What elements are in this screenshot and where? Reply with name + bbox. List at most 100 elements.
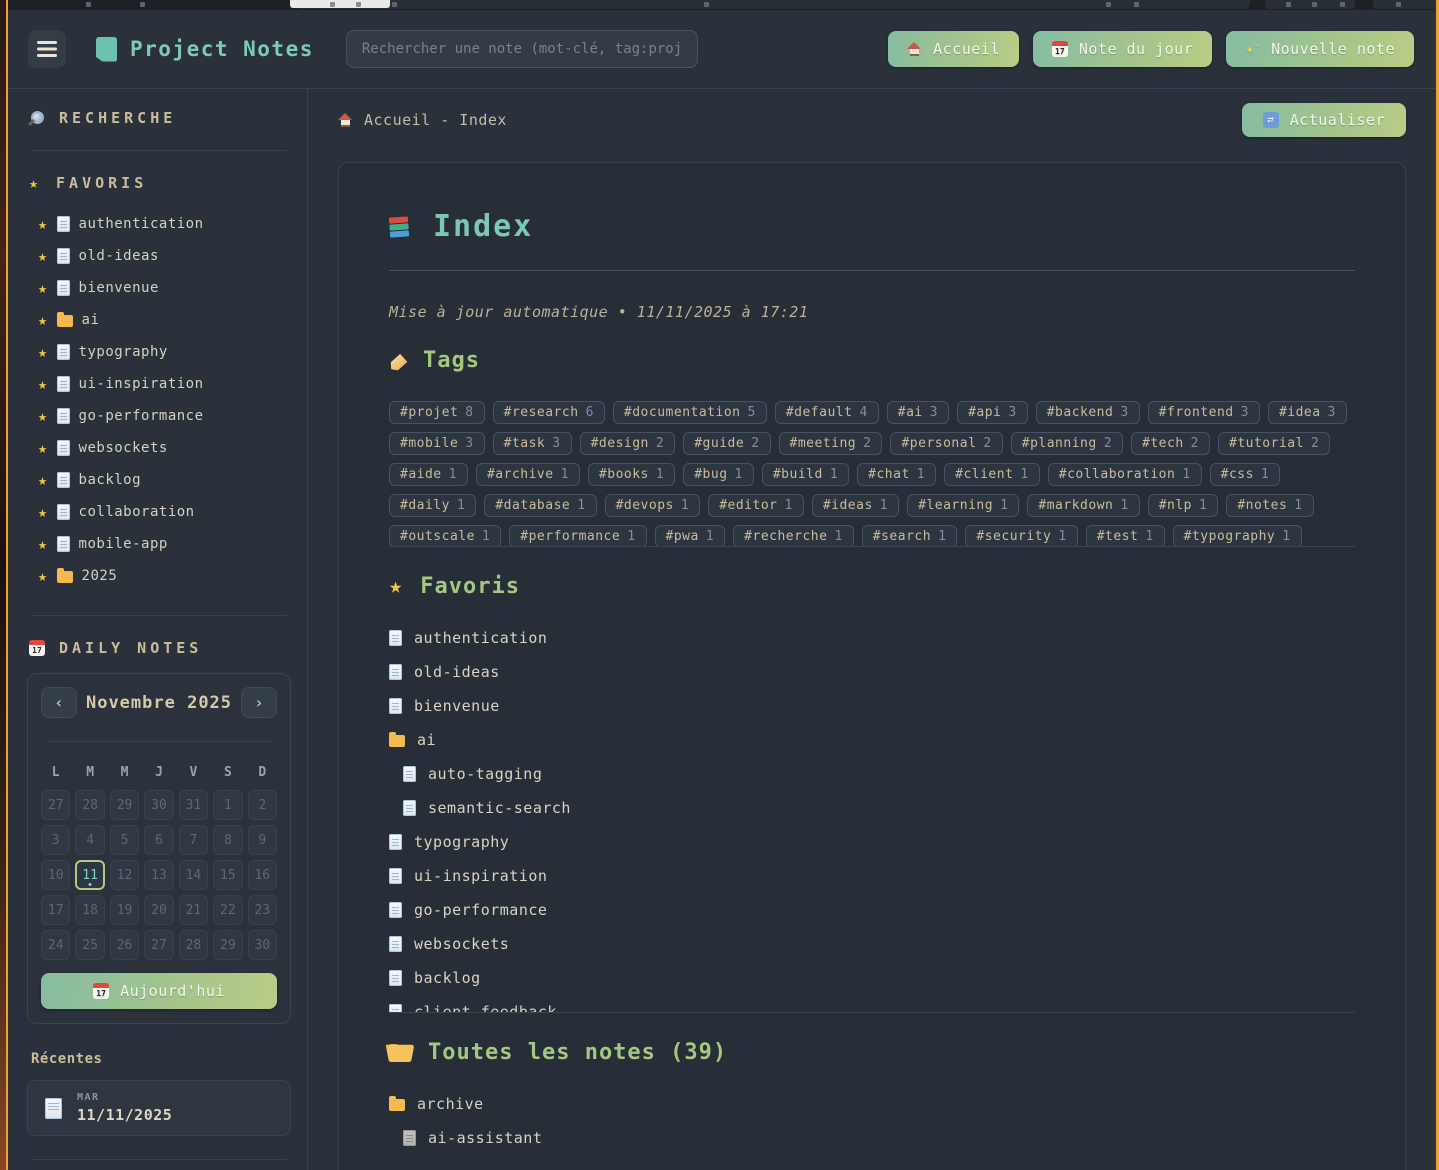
tag-chip[interactable]: #daily1 [389, 494, 476, 517]
sidebar-item-bienvenue[interactable]: bienvenue [25, 272, 293, 304]
calendar-day[interactable]: 21 [179, 895, 208, 925]
calendar-day[interactable]: 10 [41, 860, 70, 890]
calendar-day[interactable]: 4 [75, 825, 104, 855]
calendar-day[interactable]: 30 [144, 790, 173, 820]
calendar-day[interactable]: 6 [144, 825, 173, 855]
sidebar-item-old-ideas[interactable]: old-ideas [25, 240, 293, 272]
note-link-auto-tagging[interactable]: auto-tagging [389, 757, 1355, 791]
sidebar-item-ai[interactable]: ai [25, 304, 293, 336]
calendar-day[interactable]: 14 [179, 860, 208, 890]
tag-chip[interactable]: #archive1 [476, 463, 580, 486]
calendar-day[interactable]: 29 [110, 790, 139, 820]
tag-chip[interactable]: #documentation5 [613, 401, 767, 424]
tag-chip[interactable]: #guide2 [683, 432, 770, 455]
tag-chip[interactable]: #research6 [493, 401, 605, 424]
tag-chip[interactable]: #ai3 [887, 401, 949, 424]
calendar-day[interactable]: 28 [75, 790, 104, 820]
tag-chip[interactable]: #idea3 [1268, 401, 1347, 424]
tag-chip[interactable]: #chat1 [857, 463, 936, 486]
tag-chip[interactable]: #tech2 [1131, 432, 1210, 455]
daily-note-button[interactable]: Note du jour [1033, 31, 1212, 67]
calendar-day[interactable]: 7 [179, 825, 208, 855]
calendar-day[interactable]: 27 [144, 930, 173, 960]
menu-button[interactable] [28, 30, 66, 68]
calendar-day[interactable]: 27 [41, 790, 70, 820]
tag-chip[interactable]: #projet8 [389, 401, 485, 424]
tag-chip[interactable]: #outscale1 [389, 525, 501, 546]
tag-chip[interactable]: #learning1 [907, 494, 1019, 517]
tag-chip[interactable]: #search1 [862, 525, 958, 546]
tag-chip[interactable]: #tutorial2 [1218, 432, 1330, 455]
tag-chip[interactable]: #bug1 [683, 463, 754, 486]
tag-chip[interactable]: #backend3 [1036, 401, 1140, 424]
tag-chip[interactable]: #typography1 [1173, 525, 1302, 546]
calendar-day[interactable]: 16 [248, 860, 277, 890]
calendar-day[interactable]: 19 [110, 895, 139, 925]
home-button[interactable]: Accueil [888, 31, 1019, 67]
note-link-ai[interactable]: ai [389, 723, 1355, 757]
sidebar-item-collaboration[interactable]: collaboration [25, 496, 293, 528]
calendar-day[interactable]: 15 [213, 860, 242, 890]
tag-chip[interactable]: #nlp1 [1148, 494, 1219, 517]
tag-chip[interactable]: #css1 [1210, 463, 1281, 486]
calendar-day[interactable]: 3 [41, 825, 70, 855]
sidebar-item-go-performance[interactable]: go-performance [25, 400, 293, 432]
calendar-day-selected[interactable]: 11 [75, 860, 104, 890]
note-link-ui-inspiration[interactable]: ui-inspiration [389, 859, 1355, 893]
recent-note-card[interactable]: MAR 11/11/2025 [27, 1080, 291, 1136]
tag-chip[interactable]: #default4 [775, 401, 879, 424]
tag-chip[interactable]: #notes1 [1226, 494, 1313, 517]
calendar-day[interactable]: 28 [179, 930, 208, 960]
tag-chip[interactable]: #aide1 [389, 463, 468, 486]
note-link-client-feedback[interactable]: client-feedback [389, 995, 1355, 1012]
tag-chip[interactable]: #collaboration1 [1048, 463, 1202, 486]
calendar-day[interactable]: 23 [248, 895, 277, 925]
tag-chip[interactable]: #task3 [493, 432, 572, 455]
note-link-backlog[interactable]: backlog [389, 961, 1355, 995]
today-button[interactable]: Aujourd'hui [41, 973, 277, 1009]
sidebar-item-typography[interactable]: typography [25, 336, 293, 368]
calendar-day[interactable]: 26 [110, 930, 139, 960]
tag-chip[interactable]: #ideas1 [812, 494, 899, 517]
note-link-archive[interactable]: archive [389, 1087, 1355, 1121]
calendar-day[interactable]: 17 [41, 895, 70, 925]
tag-chip[interactable]: #test1 [1086, 525, 1165, 546]
sidebar-item-websockets[interactable]: websockets [25, 432, 293, 464]
note-link-semantic-search[interactable]: semantic-search [389, 791, 1355, 825]
next-month-button[interactable]: › [241, 687, 277, 718]
note-link-old-ideas[interactable]: old-ideas [389, 655, 1355, 689]
calendar-day[interactable]: 1 [213, 790, 242, 820]
calendar-day[interactable]: 2 [248, 790, 277, 820]
refresh-button[interactable]: Actualiser [1242, 103, 1406, 137]
tag-chip[interactable]: #pwa1 [655, 525, 726, 546]
tag-chip[interactable]: #books1 [588, 463, 675, 486]
note-link-bienvenue[interactable]: bienvenue [389, 689, 1355, 723]
prev-month-button[interactable]: ‹ [41, 687, 77, 718]
note-link-websockets[interactable]: websockets [389, 927, 1355, 961]
sidebar-item-ui-inspiration[interactable]: ui-inspiration [25, 368, 293, 400]
note-link-ai-assistant[interactable]: ai-assistant [389, 1121, 1355, 1155]
tag-chip[interactable]: #mobile3 [389, 432, 485, 455]
tag-chip[interactable]: #recherche1 [733, 525, 854, 546]
tag-chip[interactable]: #api3 [957, 401, 1028, 424]
calendar-day[interactable]: 30 [248, 930, 277, 960]
tag-chip[interactable]: #performance1 [509, 525, 646, 546]
tag-chip[interactable]: #design2 [580, 432, 676, 455]
tag-chip[interactable]: #client1 [944, 463, 1040, 486]
sidebar-item-authentication[interactable]: authentication [25, 208, 293, 240]
calendar-day[interactable]: 9 [248, 825, 277, 855]
new-note-button[interactable]: Nouvelle note [1226, 31, 1414, 67]
tag-chip[interactable]: #build1 [762, 463, 849, 486]
calendar-day[interactable]: 8 [213, 825, 242, 855]
note-link-go-performance[interactable]: go-performance [389, 893, 1355, 927]
note-link-typography[interactable]: typography [389, 825, 1355, 859]
calendar-day[interactable]: 29 [213, 930, 242, 960]
tag-chip[interactable]: #devops1 [605, 494, 701, 517]
note-link-authentication[interactable]: authentication [389, 621, 1355, 655]
calendar-day[interactable]: 12 [110, 860, 139, 890]
calendar-day[interactable]: 20 [144, 895, 173, 925]
search-input[interactable] [346, 30, 698, 68]
tag-chip[interactable]: #meeting2 [779, 432, 883, 455]
calendar-day[interactable]: 22 [213, 895, 242, 925]
calendar-day[interactable]: 18 [75, 895, 104, 925]
